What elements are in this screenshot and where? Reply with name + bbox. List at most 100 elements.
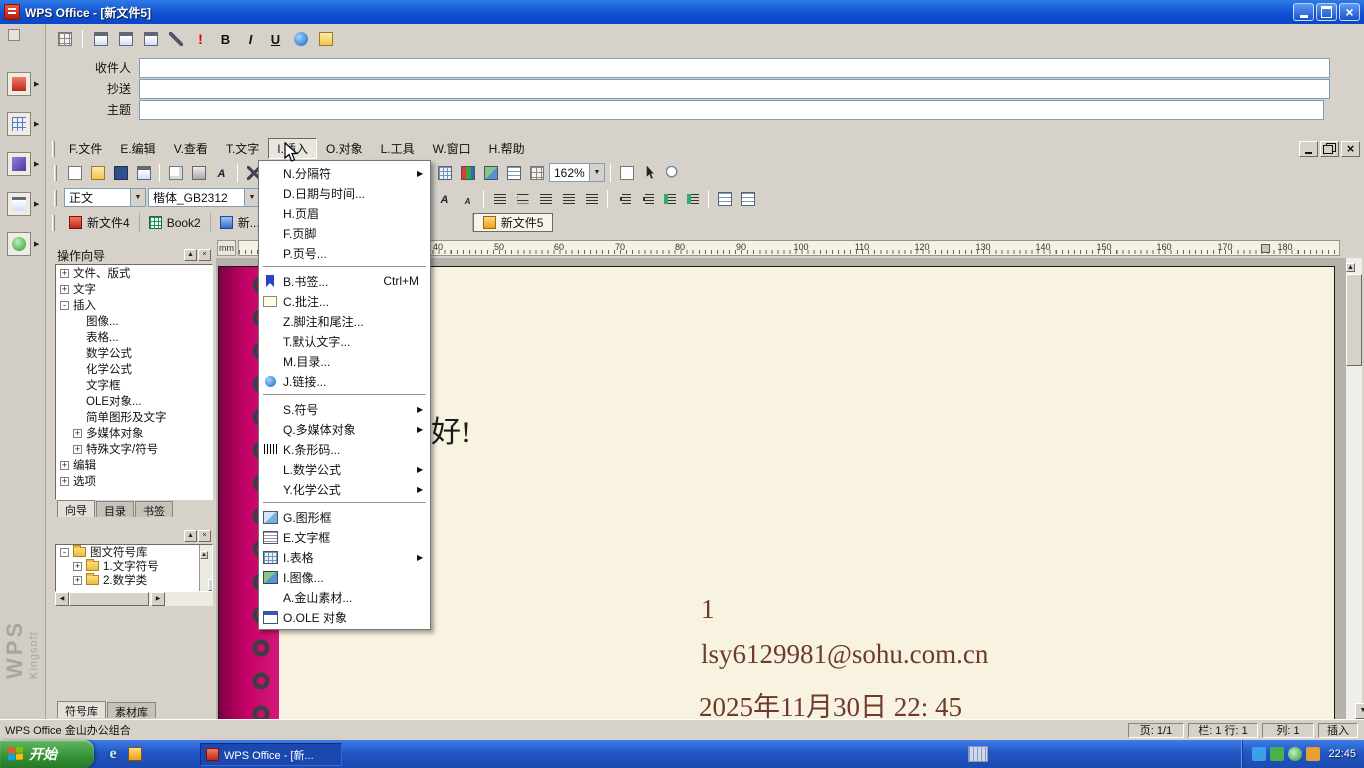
decrease-indent-icon[interactable] [659, 188, 680, 209]
scroll-right-icon[interactable]: ▶ [151, 592, 165, 606]
panel-collapse-icon[interactable]: ▲ [184, 249, 197, 261]
browser-icon[interactable] [7, 232, 31, 256]
chevron-down-icon[interactable]: ▼ [589, 164, 604, 181]
menu-item-header[interactable]: H.页眉 [260, 203, 429, 223]
menu-item-symbol[interactable]: S.符号 ▶ [260, 399, 429, 419]
menu-item-kingsoft-material[interactable]: A.金山素材... [260, 587, 429, 607]
increase-indent-icon[interactable] [682, 188, 703, 209]
signature-icon[interactable] [290, 29, 311, 50]
taskbar-task-button[interactable]: WPS Office - [新... [200, 743, 342, 766]
menu-item-barcode[interactable]: K.条形码... [260, 439, 429, 459]
align-right-icon[interactable] [535, 188, 556, 209]
style-combo[interactable]: 正文 ▼ [64, 188, 146, 207]
tree-item[interactable]: + 多媒体对象 [56, 425, 212, 441]
launcher-arrow-icon[interactable]: ▶ [34, 200, 39, 208]
doc-close-button[interactable] [1341, 140, 1360, 157]
toolbar-drag-handle[interactable] [54, 189, 57, 206]
bullets-icon[interactable] [613, 188, 634, 209]
tree-item[interactable]: - 插入 [56, 297, 212, 313]
panel-collapse-icon[interactable]: ▲ [184, 530, 197, 542]
italic-icon[interactable]: I [240, 29, 261, 50]
indent-marker[interactable] [1261, 244, 1270, 253]
page-layout-icon[interactable] [616, 162, 637, 183]
close-button[interactable] [1339, 3, 1360, 21]
attach-file-icon[interactable] [165, 29, 186, 50]
tab-doc-4-active[interactable]: 新文件5 [472, 213, 554, 232]
menu-file[interactable]: F.文件 [60, 138, 111, 159]
tree-item[interactable]: 数学公式 [56, 345, 212, 361]
print-icon[interactable] [188, 162, 209, 183]
menu-item-footnote[interactable]: Z.脚注和尾注... [260, 311, 429, 331]
align-distribute-icon[interactable] [581, 188, 602, 209]
chevron-down-icon[interactable]: ▼ [244, 189, 259, 206]
char-spacing-tight-icon[interactable] [714, 188, 735, 209]
save-icon[interactable] [110, 162, 131, 183]
launcher-arrow-icon[interactable]: ▶ [34, 120, 39, 128]
send-mail-icon[interactable] [90, 29, 111, 50]
scroll-up-icon[interactable]: ▲ [1346, 263, 1355, 272]
select-arrow-icon[interactable] [639, 162, 660, 183]
tab-material-library[interactable]: 素材库 [107, 702, 156, 719]
launcher-presentation[interactable]: ▶ [7, 150, 43, 178]
launcher-browser[interactable]: ▶ [7, 230, 43, 258]
menu-item-page-number[interactable]: P.页号... [260, 243, 429, 263]
page-text-line[interactable]: lsy6129981@sohu.com.cn [701, 639, 988, 670]
recipients-input[interactable] [139, 58, 1330, 78]
tab-bookmarks[interactable]: 书签 [135, 501, 173, 518]
toolbar-drag-handle[interactable] [52, 140, 55, 157]
tree-item[interactable]: 化学公式 [56, 361, 212, 377]
cc-input[interactable] [139, 79, 1330, 99]
panel-close-icon[interactable]: × [198, 530, 211, 542]
document-vertical-scrollbar[interactable]: ▲ ▼ [1346, 258, 1364, 719]
tree-item[interactable]: + 2.数学类 [56, 573, 212, 587]
address-book-icon[interactable] [140, 29, 161, 50]
mail-icon[interactable] [7, 192, 31, 216]
align-justify-icon[interactable] [558, 188, 579, 209]
bold-icon[interactable]: B [215, 29, 236, 50]
minimize-button[interactable] [1293, 3, 1314, 21]
launcher-arrow-icon[interactable]: ▶ [34, 80, 39, 88]
insert-table-icon[interactable] [434, 162, 455, 183]
panel-vertical-scrollbar[interactable]: ▲ ▼ [199, 545, 212, 591]
panel-horizontal-scrollbar[interactable]: ◀ ▶ [55, 592, 213, 606]
tree-item[interactable]: + 特殊文字/符号 [56, 441, 212, 457]
menu-item-toc[interactable]: M.目录... [260, 351, 429, 371]
panel-close-icon[interactable]: × [198, 249, 211, 261]
align-left-icon[interactable] [489, 188, 510, 209]
menu-item-text-frame[interactable]: E.文字框 [260, 527, 429, 547]
tray-icon[interactable] [1270, 747, 1285, 761]
launcher-arrow-icon[interactable]: ▶ [34, 240, 39, 248]
start-button[interactable]: 开始 [0, 740, 94, 768]
insert-image-icon[interactable] [480, 162, 501, 183]
tree-item[interactable]: - 图文符号库 [56, 545, 212, 559]
launcher-document[interactable]: ▶ [7, 70, 43, 98]
page-text-line[interactable]: 2025年11月30日 22: 45 [699, 685, 962, 719]
scroll-down-icon[interactable]: ▼ [1354, 703, 1364, 719]
scroll-down-icon[interactable]: ▼ [207, 579, 212, 591]
insert-chart-icon[interactable] [457, 162, 478, 183]
menu-item-bookmark[interactable]: B.书签... Ctrl+M [260, 271, 429, 291]
font-combo[interactable]: 楷体_GB2312 ▼ [148, 188, 260, 207]
wps-writer-icon[interactable] [7, 72, 31, 96]
menu-view[interactable]: V.查看 [165, 138, 217, 159]
tree-item[interactable]: 文字框 [56, 377, 212, 393]
menu-item-table[interactable]: I.表格 ▶ [260, 547, 429, 567]
new-document-icon[interactable] [64, 162, 85, 183]
launcher-mail[interactable]: ▶ [7, 190, 43, 218]
tree-item[interactable]: + 文字 [56, 281, 212, 297]
menu-text[interactable]: T.文字 [217, 138, 268, 159]
menu-edit[interactable]: E.编辑 [111, 138, 164, 159]
mail-document-icon[interactable] [133, 162, 154, 183]
tab-wizard[interactable]: 向导 [57, 500, 95, 517]
launcher-spreadsheet[interactable]: ▶ [7, 110, 43, 138]
subject-input[interactable] [139, 100, 1324, 120]
menu-item-image[interactable]: I.图像... [260, 567, 429, 587]
page-text-line[interactable]: 好! [431, 407, 471, 451]
tree-item[interactable]: + 1.文字符号 [56, 559, 212, 573]
menu-item-datetime[interactable]: D.日期与时间... [260, 183, 429, 203]
grow-font-icon[interactable] [434, 188, 455, 209]
maximize-button[interactable] [1316, 3, 1337, 21]
tray-icon[interactable] [1288, 747, 1303, 761]
language-indicator-icon[interactable] [968, 746, 988, 762]
tab-doc-1[interactable]: 新文件4 [60, 213, 140, 232]
